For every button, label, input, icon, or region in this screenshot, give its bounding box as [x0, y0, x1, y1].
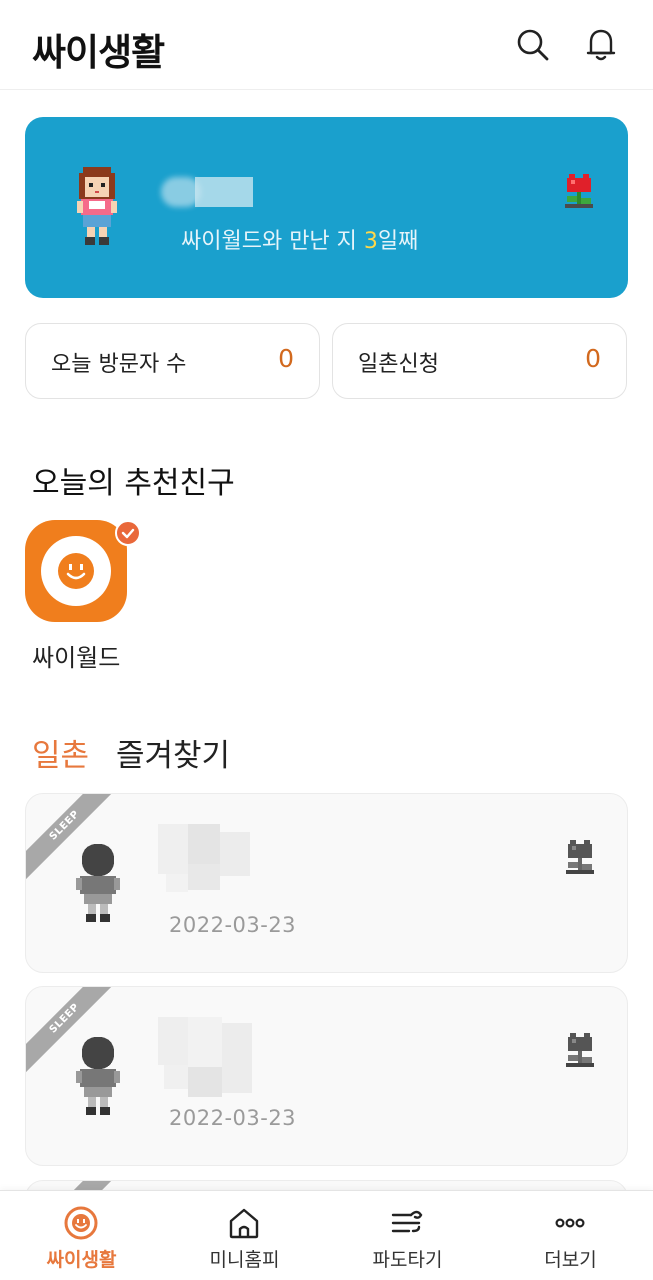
top-app-bar: 싸이생활 [0, 0, 653, 90]
search-icon[interactable] [514, 26, 550, 62]
days-number: 3 [363, 229, 378, 254]
days-since-joined: 싸이월드와 만난 지 3일째 [181, 223, 418, 255]
bottom-navigation: 싸이생활 미니홈피 파도타기 더보기 [0, 1190, 653, 1280]
nav-more[interactable]: 더보기 [489, 1191, 652, 1280]
nav-cylife[interactable]: 싸이생활 [0, 1191, 163, 1280]
home-icon [229, 1208, 259, 1239]
more-icon [555, 1218, 585, 1228]
tulip-icon[interactable] [563, 172, 595, 210]
nav-label: 파도타기 [372, 1249, 443, 1271]
ilchon-requests-card[interactable]: 일촌신청 0 [332, 323, 627, 399]
nav-minihompy[interactable]: 미니홈피 [163, 1191, 326, 1280]
cyworld-logo-icon [25, 520, 127, 622]
profile-name-redacted [161, 177, 253, 207]
minimi-avatar-sleeping [76, 844, 120, 922]
bell-icon[interactable] [583, 26, 619, 62]
tab-favorites[interactable]: 즐겨찾기 [116, 730, 230, 775]
tulip-icon-gray[interactable] [564, 1031, 596, 1069]
days-prefix: 싸이월드와 만난 지 [181, 229, 364, 254]
tulip-icon-gray[interactable] [564, 838, 596, 876]
friend-name-redacted [158, 1017, 254, 1097]
today-visitors-label: 오늘 방문자 수 [51, 352, 187, 377]
today-visitors-count: 0 [278, 344, 294, 373]
days-suffix: 일째 [377, 229, 419, 254]
minimi-avatar [77, 167, 117, 245]
verified-check-icon [115, 520, 141, 546]
ilchon-requests-label: 일촌신청 [358, 352, 439, 377]
friend-card[interactable]: SLEEP 2022-03-23 [25, 793, 628, 973]
nav-padotagi[interactable]: 파도타기 [326, 1191, 489, 1280]
today-visitors-card[interactable]: 오늘 방문자 수 0 [25, 323, 320, 399]
cyworld-face-icon [64, 1206, 98, 1240]
nav-label: 싸이생활 [46, 1249, 117, 1271]
profile-banner[interactable]: 싸이월드와 만난 지 3일째 [25, 117, 628, 298]
nav-label: 미니홈피 [209, 1249, 280, 1271]
minimi-avatar-sleeping [76, 1037, 120, 1115]
friend-date: 2022-03-23 [169, 1106, 297, 1130]
friend-card[interactable]: SLEEP 2022-03-23 [25, 986, 628, 1166]
friend-name-redacted [158, 824, 254, 904]
friend-date: 2022-03-23 [169, 913, 297, 937]
ilchon-requests-count: 0 [585, 344, 601, 373]
recommended-friends-title: 오늘의 추천친구 [32, 466, 235, 501]
page-title: 싸이생활 [32, 31, 165, 74]
nav-label: 더보기 [544, 1249, 597, 1271]
tab-ilchon[interactable]: 일촌 [32, 730, 89, 775]
wave-icon [391, 1210, 423, 1233]
recommended-friend-name[interactable]: 싸이월드 [32, 638, 120, 673]
